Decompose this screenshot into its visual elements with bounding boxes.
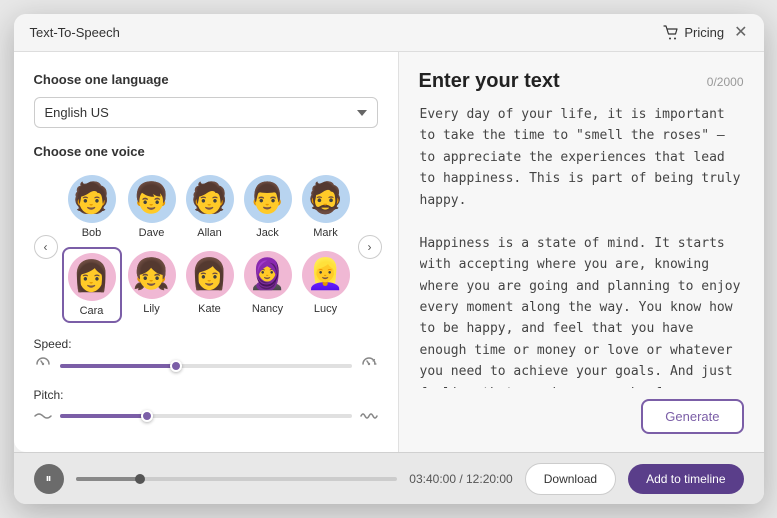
main-content: Choose one language English US Choose on… <box>14 52 764 452</box>
pitch-low-icon <box>34 408 52 424</box>
voice-name-dave: Dave <box>139 227 165 239</box>
speed-section: Speed: <box>34 337 378 374</box>
voice-avatar-mark: 🧔 <box>302 175 350 223</box>
voice-item-nancy[interactable]: 🧕 Nancy <box>240 247 296 323</box>
voice-item-jack[interactable]: 👨 Jack <box>240 171 296 243</box>
title-bar-right: Pricing ✕ <box>663 25 747 41</box>
voice-avatar-jack: 👨 <box>244 175 292 223</box>
voice-avatar-bob: 🧑 <box>68 175 116 223</box>
speed-label: Speed: <box>34 337 378 351</box>
right-panel: Enter your text 0/2000 Generate <box>399 52 764 452</box>
language-select[interactable]: English US <box>34 97 378 128</box>
voice-item-lily[interactable]: 👧 Lily <box>124 247 180 323</box>
speed-slider[interactable] <box>60 364 352 368</box>
speed-slow-icon <box>34 357 52 374</box>
pitch-slider[interactable] <box>60 414 352 418</box>
audio-progress-thumb <box>135 474 145 484</box>
text-area-header: Enter your text 0/2000 <box>419 70 744 93</box>
voice-avatar-lucy: 👱‍♀️ <box>302 251 350 299</box>
pause-icon: ⏸ <box>45 471 51 486</box>
app-title: Text-To-Speech <box>30 25 120 40</box>
language-section-title: Choose one language <box>34 72 378 87</box>
voice-avatar-kate: 👩 <box>186 251 234 299</box>
pricing-label: Pricing <box>684 25 724 40</box>
play-pause-button[interactable]: ⏸ <box>34 464 64 494</box>
voice-name-kate: Kate <box>198 303 221 315</box>
voice-name-mark: Mark <box>313 227 337 239</box>
voice-name-lily: Lily <box>143 303 160 315</box>
pitch-slider-row <box>34 408 378 424</box>
time-display: 03:40:00 / 12:20:00 <box>409 472 512 486</box>
voice-item-dave[interactable]: 👦 Dave <box>124 171 180 243</box>
voice-carousel: ‹ 🧑 Bob 👦 Dave <box>34 171 378 323</box>
title-bar: Text-To-Speech Pricing ✕ <box>14 14 764 52</box>
text-area-title: Enter your text <box>419 70 560 93</box>
cart-icon <box>663 25 679 41</box>
title-bar-left: Text-To-Speech <box>30 25 120 40</box>
voice-avatar-nancy: 🧕 <box>244 251 292 299</box>
voice-section-title: Choose one voice <box>34 144 378 159</box>
audio-progress-track[interactable] <box>76 477 398 481</box>
voice-name-jack: Jack <box>256 227 279 239</box>
voice-name-nancy: Nancy <box>252 303 283 315</box>
voice-avatar-lily: 👧 <box>128 251 176 299</box>
char-count: 0/2000 <box>707 75 744 89</box>
add-timeline-button[interactable]: Add to timeline <box>628 464 743 494</box>
voice-avatar-allan: 🧑 <box>186 175 234 223</box>
pricing-button[interactable]: Pricing <box>663 25 724 41</box>
left-panel: Choose one language English US Choose on… <box>14 52 399 452</box>
carousel-prev-button[interactable]: ‹ <box>34 235 58 259</box>
pitch-section: Pitch: <box>34 388 378 424</box>
voices-grid: 🧑 Bob 👦 Dave 🧑 Allan <box>58 171 358 323</box>
pitch-high-icon <box>360 408 378 424</box>
generate-btn-row: Generate <box>419 399 744 434</box>
audio-progress-fill <box>76 477 140 481</box>
carousel-next-button[interactable]: › <box>358 235 382 259</box>
speed-slider-row <box>34 357 378 374</box>
voice-avatar-dave: 👦 <box>128 175 176 223</box>
app-window: Text-To-Speech Pricing ✕ Choose one lang… <box>14 14 764 504</box>
voice-name-cara: Cara <box>80 305 104 317</box>
voice-item-lucy[interactable]: 👱‍♀️ Lucy <box>298 247 354 323</box>
voice-item-cara[interactable]: 👩 Cara <box>62 247 122 323</box>
voice-avatar-cara: 👩 <box>68 253 116 301</box>
speed-fast-icon <box>360 357 378 374</box>
voice-name-bob: Bob <box>82 227 102 239</box>
voice-name-allan: Allan <box>197 227 221 239</box>
voice-item-allan[interactable]: 🧑 Allan <box>182 171 238 243</box>
pitch-label: Pitch: <box>34 388 378 402</box>
bottom-bar: ⏸ 03:40:00 / 12:20:00 Download Add to ti… <box>14 452 764 504</box>
voice-name-lucy: Lucy <box>314 303 337 315</box>
voice-item-mark[interactable]: 🧔 Mark <box>298 171 354 243</box>
generate-button[interactable]: Generate <box>641 399 743 434</box>
close-button[interactable]: ✕ <box>734 25 747 41</box>
download-button[interactable]: Download <box>525 463 616 495</box>
voice-item-bob[interactable]: 🧑 Bob <box>62 171 122 243</box>
voice-item-kate[interactable]: 👩 Kate <box>182 247 238 323</box>
text-input[interactable] <box>419 103 744 389</box>
